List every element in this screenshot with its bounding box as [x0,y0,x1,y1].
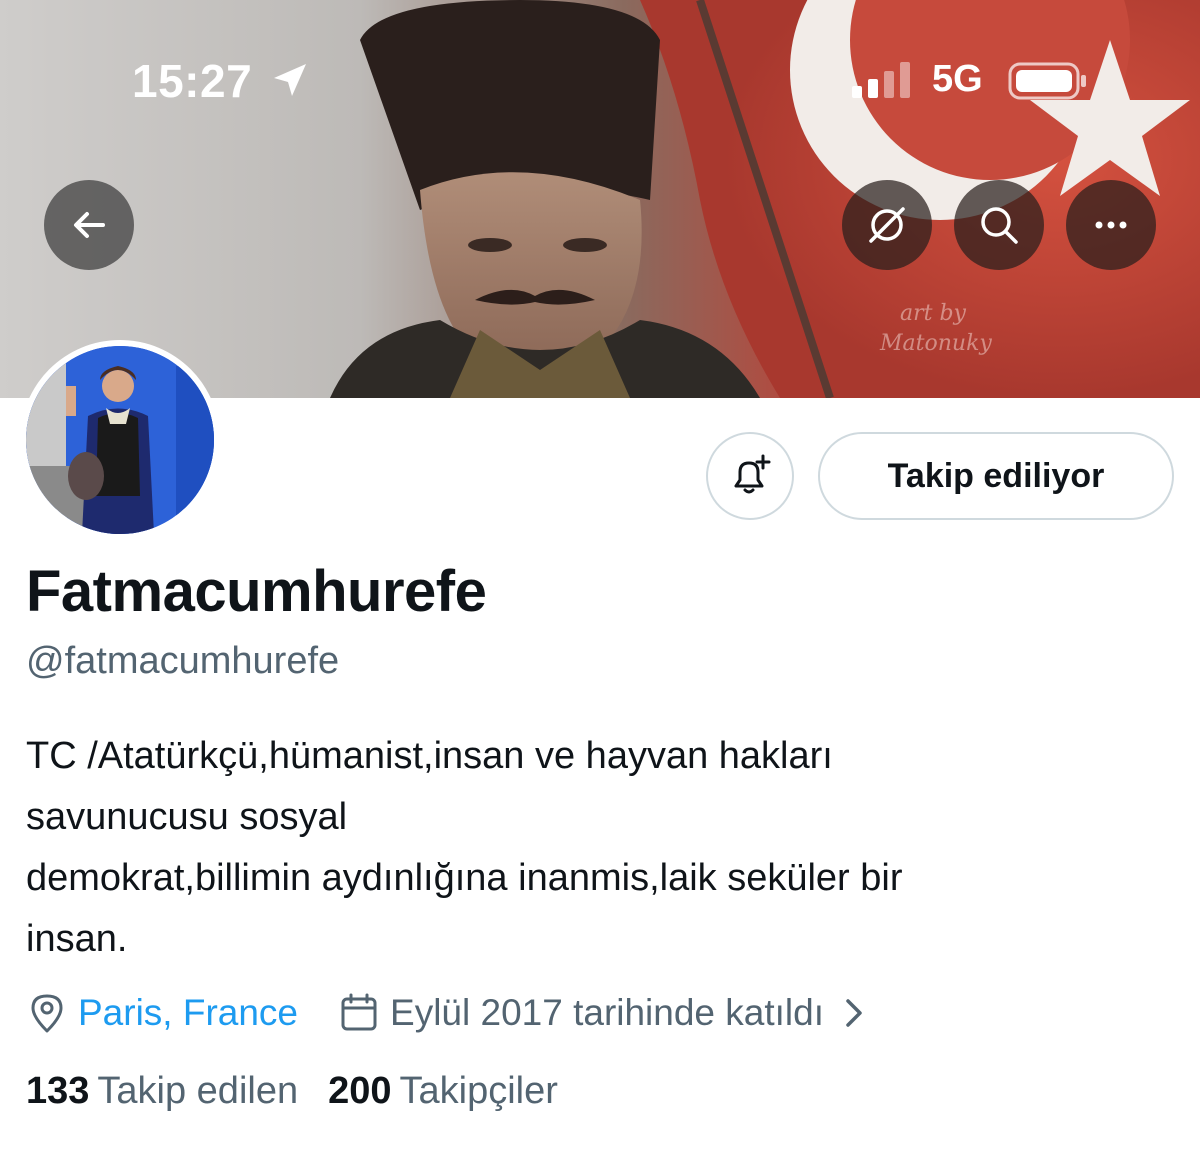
avatar[interactable] [20,340,220,540]
user-handle: @fatmacumhurefe [26,640,340,682]
profile-bio: TC /Atatürkçü,hümanist,insan ve hayvan h… [26,726,1146,970]
followers-count[interactable]: 200 [328,1070,391,1113]
location-arrow-icon [274,64,306,96]
profile-page: art by Matonuky 15:27 5G Takip ediliyor … [0,0,1200,1164]
following-label[interactable]: Takip edilen [97,1070,298,1113]
profile-meta: Paris, France Eylül 2017 tarihinde katıl… [26,988,866,1038]
bell-plus-icon [734,454,771,494]
following-button[interactable]: Takip ediliyor [818,432,1174,520]
svg-text:art by: art by [900,301,967,326]
more-dots-icon [1095,221,1127,229]
avatar-image [26,346,214,534]
back-button[interactable] [44,180,134,270]
battery-icon [1008,62,1086,100]
profile-banner[interactable]: art by Matonuky 15:27 5G [0,0,1200,398]
grok-button[interactable] [842,180,932,270]
grok-icon [869,207,905,243]
follow-stats: 133 Takip edilen 200 Takipçiler [26,1070,588,1118]
cellular-signal-icon [852,62,910,98]
bio-line: insan. [26,918,128,960]
bio-line: TC /Atatürkçü,hümanist,insan ve hayvan h… [26,735,833,777]
arrow-left-icon [74,212,105,238]
location-link[interactable]: Paris, France [78,992,298,1034]
following-count[interactable]: 133 [26,1070,89,1113]
join-date[interactable]: Eylül 2017 tarihinde katıldı [390,992,824,1034]
search-icon [981,207,1018,244]
location-pin-icon [26,991,68,1035]
chevron-right-icon[interactable] [842,995,866,1031]
bio-line: demokrat,billimin aydınlığına inanmis,la… [26,857,903,899]
followers-label[interactable]: Takipçiler [400,1070,558,1113]
more-button[interactable] [1066,180,1156,270]
notifications-button[interactable] [706,432,794,520]
display-name: Fatmacumhurefe [26,559,487,624]
bio-line: savunucusu sosyal [26,796,348,838]
status-time: 15:27 [132,55,253,107]
search-button[interactable] [954,180,1044,270]
network-type: 5G [932,58,983,100]
svg-text:Matonuky: Matonuky [879,331,992,356]
calendar-icon [338,991,380,1035]
